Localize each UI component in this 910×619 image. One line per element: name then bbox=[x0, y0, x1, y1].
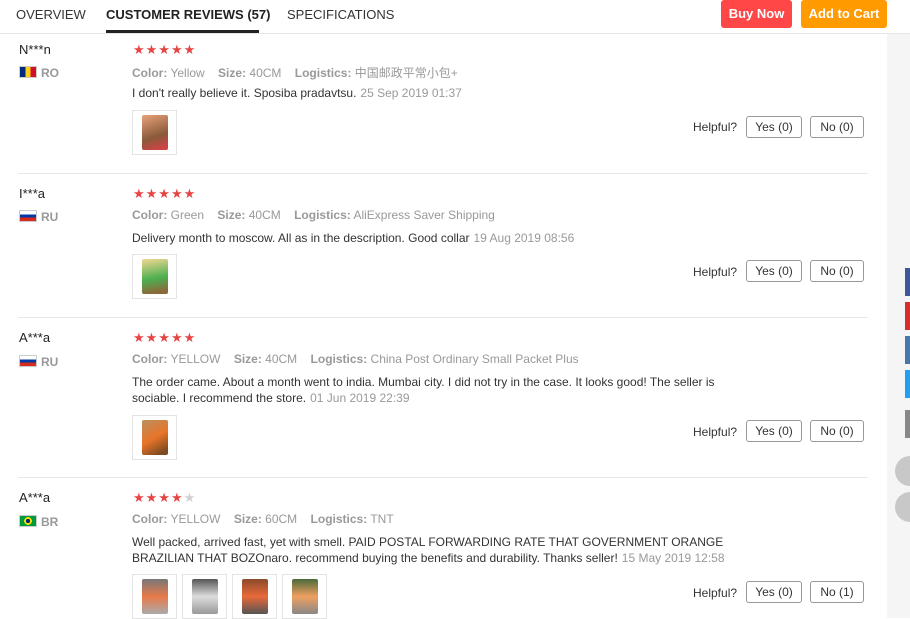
star-rating: ★★★★★ bbox=[133, 490, 197, 505]
review-date: 25 Sep 2019 01:37 bbox=[360, 86, 462, 100]
review-meta: Color: Green Size: 40CM Logistics: AliEx… bbox=[132, 208, 495, 222]
helpful-label: Helpful? bbox=[693, 586, 738, 600]
russia-flag-icon bbox=[19, 210, 37, 222]
review-date: 19 Aug 2019 08:56 bbox=[473, 231, 575, 245]
tab-overview[interactable]: OVERVIEW bbox=[16, 7, 86, 22]
helpful-no-button[interactable]: No (0) bbox=[810, 116, 864, 138]
review-text: The order came. About a month went to in… bbox=[132, 375, 715, 405]
twitter-share-icon[interactable] bbox=[905, 370, 910, 398]
reviewer-name: A***a bbox=[19, 490, 51, 505]
review-photo[interactable] bbox=[282, 574, 327, 619]
helpful-yes-button[interactable]: Yes (0) bbox=[746, 581, 802, 603]
facebook-share-icon[interactable] bbox=[905, 268, 910, 296]
review-photo[interactable] bbox=[132, 415, 177, 460]
reviewer-country: BR bbox=[19, 515, 58, 529]
divider bbox=[18, 477, 868, 478]
reviewer-name: A***a bbox=[19, 330, 51, 345]
star-rating: ★★★★★ bbox=[133, 330, 197, 345]
divider bbox=[18, 317, 868, 318]
reviewer-country: RO bbox=[19, 66, 59, 80]
review-text: I don't really believe it. Sposiba prada… bbox=[132, 86, 462, 100]
more-share-icon[interactable] bbox=[905, 410, 910, 438]
helpful-yes-button[interactable]: Yes (0) bbox=[746, 420, 802, 442]
helpful-no-button[interactable]: No (0) bbox=[810, 260, 864, 282]
helpful-no-button[interactable]: No (1) bbox=[810, 581, 864, 603]
helpful-label: Helpful? bbox=[693, 265, 738, 279]
tab-bar: OVERVIEW CUSTOMER REVIEWS (57) SPECIFICA… bbox=[0, 0, 910, 34]
review-photo[interactable] bbox=[182, 574, 227, 619]
review-photo[interactable] bbox=[132, 254, 177, 299]
active-tab-indicator bbox=[106, 30, 259, 33]
review-meta: Color: YELLOW Size: 60CM Logistics: TNT bbox=[132, 512, 394, 526]
review-photo[interactable] bbox=[232, 574, 277, 619]
review-text: Delivery month to moscow. All as in the … bbox=[132, 231, 575, 245]
buy-now-button[interactable]: Buy Now bbox=[721, 0, 792, 28]
review-meta: Color: YELLOW Size: 40CM Logistics: Chin… bbox=[132, 352, 579, 366]
reviewer-country: RU bbox=[19, 355, 58, 369]
tab-customer-reviews[interactable]: CUSTOMER REVIEWS (57) bbox=[106, 7, 270, 22]
review-text: Well packed, arrived fast, yet with smel… bbox=[132, 535, 725, 565]
russia-flag-icon bbox=[19, 355, 37, 367]
helpful-label: Helpful? bbox=[693, 120, 738, 134]
reviewer-country: RU bbox=[19, 210, 58, 224]
romania-flag-icon bbox=[19, 66, 37, 78]
brazil-flag-icon bbox=[19, 515, 37, 527]
review-meta: Color: Yellow Size: 40CM Logistics: 中国邮政… bbox=[132, 66, 458, 80]
review-date: 15 May 2019 12:58 bbox=[621, 551, 725, 565]
star-rating: ★★★★★ bbox=[133, 186, 197, 201]
review-date: 01 Jun 2019 22:39 bbox=[310, 391, 410, 405]
helpful-yes-button[interactable]: Yes (0) bbox=[746, 116, 802, 138]
divider bbox=[18, 173, 868, 174]
review-photo[interactable] bbox=[132, 574, 177, 619]
reviewer-name: N***n bbox=[19, 42, 51, 57]
helpful-no-button[interactable]: No (0) bbox=[810, 420, 864, 442]
vk-share-icon[interactable] bbox=[905, 336, 910, 364]
tab-specifications[interactable]: SPECIFICATIONS bbox=[287, 7, 394, 22]
reviewer-name: I***a bbox=[19, 186, 46, 201]
add-to-cart-button[interactable]: Add to Cart bbox=[801, 0, 887, 28]
helpful-label: Helpful? bbox=[693, 425, 738, 439]
star-rating: ★★★★★ bbox=[133, 42, 197, 57]
pinterest-share-icon[interactable] bbox=[905, 302, 910, 330]
helpful-yes-button[interactable]: Yes (0) bbox=[746, 260, 802, 282]
review-photo[interactable] bbox=[132, 110, 177, 155]
